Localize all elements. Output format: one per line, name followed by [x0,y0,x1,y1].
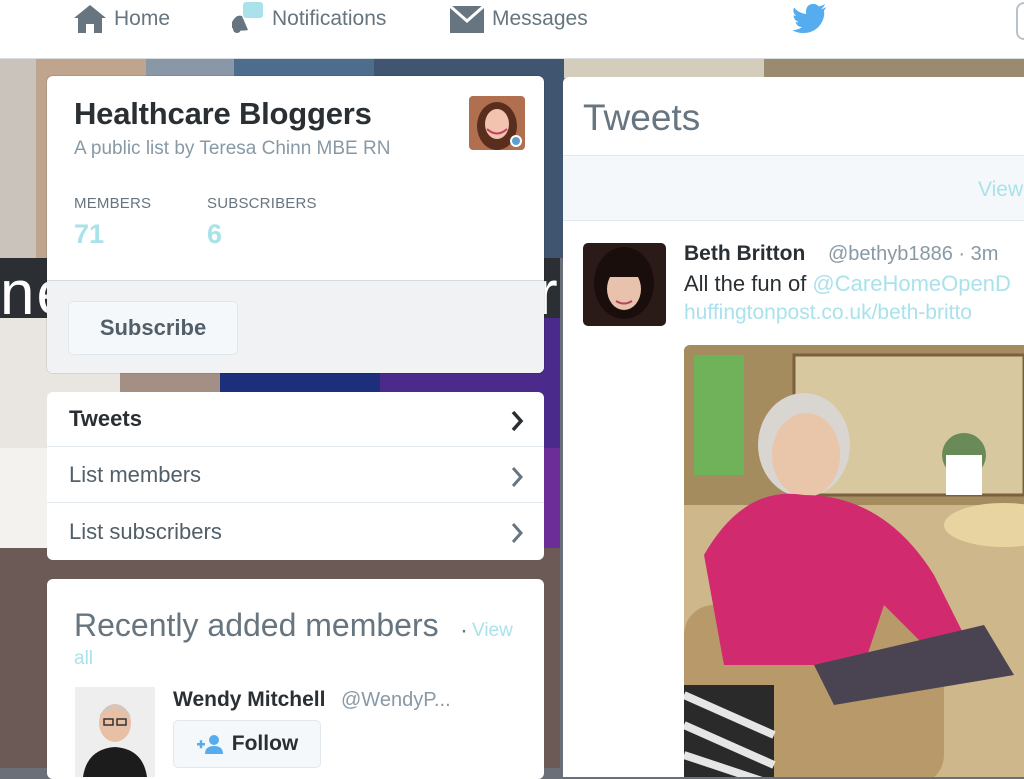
member-name[interactable]: Wendy Mitchell [173,688,325,712]
tweet-text: All the fun of @CareHomeOpenD [684,271,1011,297]
new-tweets-bar[interactable]: View [563,155,1024,221]
notifications-icon [232,2,263,33]
tweets-timeline: Tweets View Beth Britton @bethyb1886 · 3… [563,77,1024,777]
member-avatar-image [75,687,155,777]
members-count[interactable]: 71 [74,219,104,250]
members-label: MEMBERS [74,195,152,212]
owner-avatar-image [469,96,525,150]
nav-home[interactable]: Home [72,0,170,38]
nav-notifications-label: Notifications [272,7,387,30]
follow-button-label: Follow [231,732,299,755]
menu-item-label: List subscribers [69,518,222,544]
tweets-heading: Tweets [583,97,701,138]
collage-tile [0,58,36,258]
tweet-photo[interactable] [684,345,1024,777]
nav-messages[interactable]: Messages [448,0,588,38]
tweet-author-name[interactable]: Beth Britton [684,242,805,266]
home-icon [74,5,106,33]
profile-menu-edge[interactable] [1016,2,1024,40]
nav-messages-label: Messages [492,7,588,30]
chevron-right-icon [511,410,524,432]
menu-item-label: List members [69,462,202,487]
list-header-card: Healthcare Bloggers A public list by Ter… [47,76,544,373]
chevron-right-icon [511,467,524,487]
follow-button[interactable]: Follow [173,720,321,768]
new-tweets-text[interactable]: View [978,178,1023,202]
menu-item-list-members[interactable]: List members [47,448,544,503]
member-handle[interactable]: @WendyP... [341,689,451,712]
tweet-avatar-image [583,243,666,326]
view-all-link-continued[interactable]: all [74,648,93,670]
top-navigation: Home Notifications Messages [0,0,1024,59]
collage-tile [764,58,1024,78]
list-title: Healthcare Bloggers [74,96,372,131]
subscribe-button[interactable]: Subscribe [68,301,238,355]
tweet-author-avatar[interactable] [583,243,666,326]
collage-tile [564,58,764,78]
view-all-link[interactable]: View [472,620,513,642]
envelope-icon [449,4,485,33]
menu-item-list-subscribers[interactable]: List subscribers [47,504,544,559]
tweet-url-link[interactable]: huffingtonpost.co.uk/beth-britto [684,301,972,325]
menu-item-label: Tweets [69,406,142,431]
tweet-text-prefix: All the fun of [684,271,813,296]
subscribers-label: SUBSCRIBERS [207,195,317,212]
title-separator: · [460,617,468,644]
recently-added-title: Recently added members [74,607,439,643]
list-owner-avatar[interactable] [469,96,525,150]
add-user-icon [196,735,223,754]
recently-added-members-card: Recently added members · View all Wendy … [47,579,544,779]
list-byline[interactable]: A public list by Teresa Chinn MBE RN [74,138,390,160]
chevron-right-icon [511,523,524,543]
tweet-photo-image [684,345,1024,777]
member-avatar[interactable] [75,687,155,777]
list-navigation-menu: Tweets List members List subscribers [47,392,544,560]
subscribers-count[interactable]: 6 [207,219,222,250]
twitter-bird-icon [792,3,826,33]
nav-home-label: Home [114,7,171,30]
tweet-author-handle[interactable]: @bethyb1886 · 3m [828,243,998,266]
menu-item-tweets[interactable]: Tweets [47,392,544,447]
twitter-logo[interactable] [792,2,828,39]
nav-notifications[interactable]: Notifications [228,0,386,38]
tweet-mention-link[interactable]: @CareHomeOpenD [812,271,1010,296]
